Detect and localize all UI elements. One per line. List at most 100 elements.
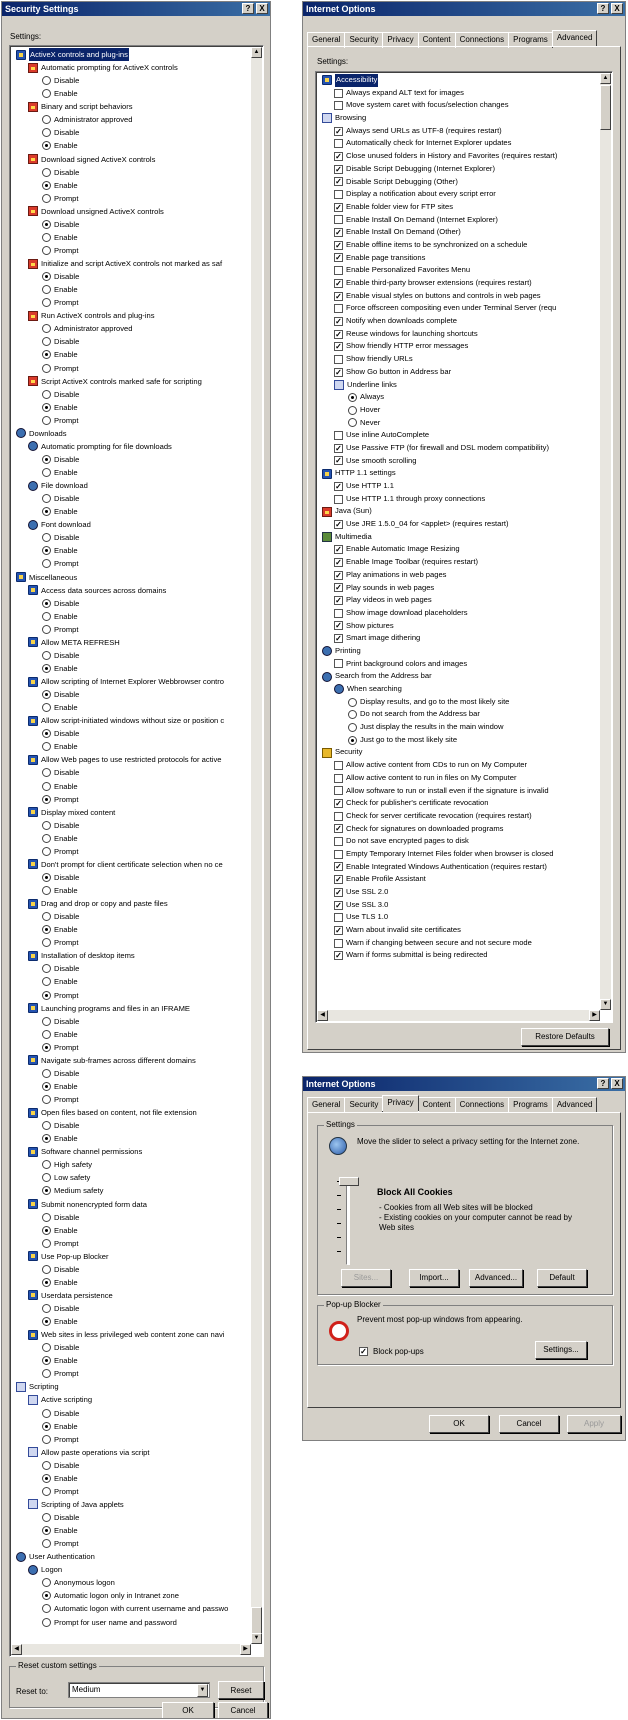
radio-option[interactable]: Prompt — [12, 296, 250, 309]
setting-item[interactable]: Navigate sub-frames across different dom… — [12, 1054, 250, 1067]
radio-option[interactable]: Disable — [12, 819, 250, 832]
checkbox[interactable]: ✓ — [334, 240, 343, 250]
radio-option[interactable]: Display results, and go to the most like… — [318, 696, 599, 709]
radio-option[interactable]: Disable — [12, 270, 250, 283]
radio-button[interactable] — [42, 1578, 51, 1588]
radio-option[interactable]: Enable — [12, 1028, 250, 1041]
checkbox-option[interactable]: ✓ Enable Integrated Windows Authenticatio… — [318, 861, 599, 874]
radio-option[interactable]: Prompt — [12, 1041, 250, 1054]
checkbox-option[interactable]: Always expand ALT text for images — [318, 87, 599, 100]
radio-button[interactable] — [42, 363, 51, 373]
radio-button[interactable] — [42, 1356, 51, 1366]
radio-option[interactable]: Enable — [12, 544, 250, 557]
radio-option[interactable]: Enable — [12, 1132, 250, 1145]
checkbox[interactable]: ✓ — [334, 621, 343, 631]
radio-button[interactable] — [348, 722, 357, 732]
checkbox[interactable] — [334, 811, 343, 821]
horizontal-scrollbar[interactable]: ◀ ▶ — [317, 1010, 600, 1021]
checkbox[interactable] — [334, 786, 343, 796]
setting-item[interactable]: Web sites in less privileged web content… — [12, 1328, 250, 1341]
setting-item[interactable]: Use Pop-up Blocker — [12, 1250, 250, 1263]
category-item[interactable]: Security — [318, 746, 599, 759]
checkbox[interactable] — [334, 913, 343, 923]
checkbox-option[interactable]: Force offscreen compositing even under T… — [318, 302, 599, 315]
checkbox-option[interactable]: ✓ Check for publisher's certificate revoc… — [318, 797, 599, 810]
checkbox[interactable]: ✓ — [334, 278, 343, 288]
checkbox[interactable]: ✓ — [334, 887, 343, 897]
checkbox[interactable]: ✓ — [334, 875, 343, 885]
scroll-right-arrow[interactable]: ▶ — [589, 1010, 600, 1021]
radio-option[interactable]: Prompt — [12, 244, 250, 257]
scroll-down-arrow[interactable]: ▼ — [600, 999, 611, 1010]
radio-button[interactable] — [42, 546, 51, 556]
radio-button[interactable] — [42, 1042, 51, 1052]
radio-option[interactable]: Enable — [12, 139, 250, 152]
radio-button[interactable] — [42, 1604, 51, 1614]
checkbox-option[interactable]: ✓ Play animations in web pages — [318, 569, 599, 582]
radio-button[interactable] — [42, 402, 51, 412]
setting-item[interactable]: Allow paste operations via script — [12, 1446, 250, 1459]
radio-option[interactable]: Disable — [12, 1211, 250, 1224]
radio-button[interactable] — [42, 1173, 51, 1183]
setting-item[interactable]: Don't prompt for client certificate sele… — [12, 858, 250, 871]
radio-option[interactable]: Enable — [12, 283, 250, 296]
radio-button[interactable] — [348, 697, 357, 707]
checkbox[interactable] — [334, 431, 343, 441]
sites-button[interactable]: Sites... — [341, 1269, 391, 1287]
checkbox[interactable] — [334, 494, 343, 504]
checkbox-option[interactable]: ✓ Show friendly HTTP error messages — [318, 340, 599, 353]
radio-option[interactable]: Disable — [12, 766, 250, 779]
checkbox[interactable] — [334, 88, 343, 98]
checkbox[interactable] — [334, 659, 343, 669]
category-item[interactable]: User Authentication — [12, 1550, 250, 1563]
radio-button[interactable] — [42, 846, 51, 856]
radio-button[interactable] — [42, 350, 51, 360]
tab-programs[interactable]: Programs — [508, 1097, 553, 1113]
radio-button[interactable] — [42, 964, 51, 974]
help-button[interactable]: ? — [597, 1078, 609, 1089]
radio-button[interactable] — [348, 405, 357, 415]
radio-option[interactable]: Disable — [12, 1302, 250, 1315]
radio-button[interactable] — [42, 925, 51, 935]
radio-button[interactable] — [42, 1134, 51, 1144]
setting-item[interactable]: Run ActiveX controls and plug-ins — [12, 309, 250, 322]
setting-item[interactable]: When searching — [318, 683, 599, 696]
radio-option[interactable]: Just go to the most likely site — [318, 734, 599, 747]
radio-option[interactable]: Prompt — [12, 557, 250, 570]
checkbox[interactable]: ✓ — [334, 951, 343, 961]
radio-option[interactable]: Prompt — [12, 793, 250, 806]
radio-option[interactable]: Prompt — [12, 989, 250, 1002]
checkbox-option[interactable]: Use TLS 1.0 — [318, 911, 599, 924]
radio-button[interactable] — [42, 1539, 51, 1549]
radio-option[interactable]: Enable — [12, 923, 250, 936]
radio-button[interactable] — [42, 76, 51, 86]
setting-item[interactable]: Submit nonencrypted form data — [12, 1198, 250, 1211]
checkbox[interactable] — [334, 773, 343, 783]
radio-button[interactable] — [42, 559, 51, 569]
checkbox-option[interactable]: ✓ Enable page transitions — [318, 252, 599, 265]
radio-option[interactable]: Enable — [12, 1354, 250, 1367]
setting-item[interactable]: Allow scripting of Internet Explorer Web… — [12, 675, 250, 688]
radio-option[interactable]: Enable — [12, 780, 250, 793]
radio-button[interactable] — [42, 1225, 51, 1235]
radio-option[interactable]: Hover — [318, 404, 599, 417]
radio-button[interactable] — [42, 1016, 51, 1026]
radio-button[interactable] — [42, 703, 51, 713]
checkbox[interactable] — [334, 354, 343, 364]
radio-button[interactable] — [42, 245, 51, 255]
checkbox[interactable] — [334, 139, 343, 149]
checkbox[interactable]: ✓ — [334, 443, 343, 453]
radio-button[interactable] — [42, 768, 51, 778]
radio-button[interactable] — [42, 272, 51, 282]
radio-option[interactable]: Disable — [12, 74, 250, 87]
category-item[interactable]: Browsing — [318, 112, 599, 125]
checkbox-option[interactable]: Do not save encrypted pages to disk — [318, 835, 599, 848]
checkbox[interactable]: ✓ — [334, 862, 343, 872]
radio-option[interactable]: Prompt — [12, 414, 250, 427]
reset-to-dropdown[interactable]: Medium ▼ — [68, 1682, 210, 1698]
setting-item[interactable]: Logon — [12, 1563, 250, 1576]
vertical-scrollbar[interactable]: ▲ ▼ — [600, 73, 611, 1010]
radio-button[interactable] — [42, 337, 51, 347]
radio-button[interactable] — [42, 232, 51, 242]
default-button[interactable]: Default — [537, 1269, 587, 1287]
